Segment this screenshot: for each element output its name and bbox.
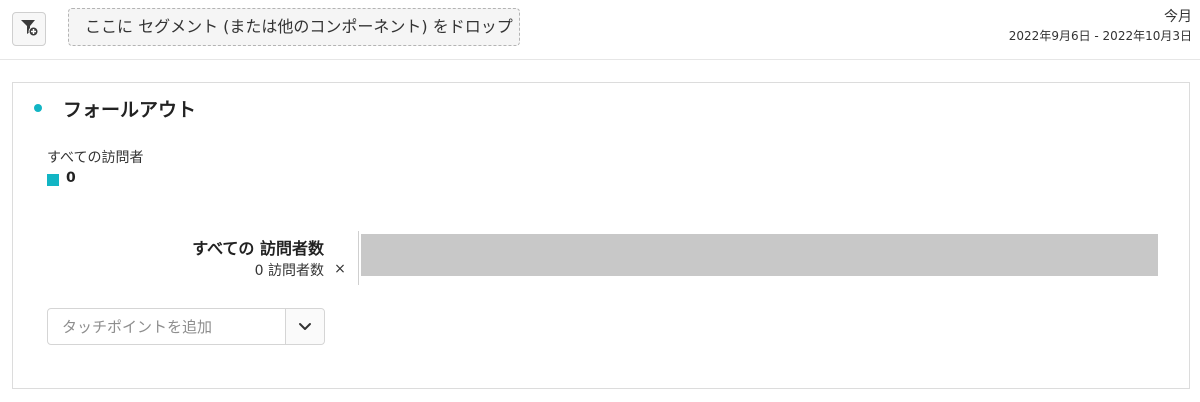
fallout-bar[interactable] bbox=[361, 234, 1158, 276]
touchpoint-dropdown-button[interactable] bbox=[285, 309, 324, 344]
fallout-axis bbox=[358, 231, 359, 285]
chevron-down-icon bbox=[298, 317, 312, 336]
panel-title[interactable]: フォールアウト bbox=[63, 95, 196, 122]
fallout-step-label: すべての 訪問者数 bbox=[192, 239, 324, 258]
legend-value: 0 bbox=[66, 170, 76, 186]
touchpoint-combobox[interactable] bbox=[47, 308, 325, 345]
segment-drop-zone[interactable]: ここに セグメント (または他のコンポーネント) をドロップ bbox=[68, 8, 520, 46]
date-range-value[interactable]: 2022年9月6日 - 2022年10月3日 bbox=[1009, 27, 1192, 44]
fallout-panel: フォールアウト すべての訪問者 0 すべての 訪問者数 0 訪問者数 × bbox=[12, 82, 1190, 389]
panel-status-dot bbox=[34, 104, 42, 112]
date-range-title[interactable]: 今月 bbox=[1164, 6, 1192, 26]
fallout-bar-track bbox=[361, 234, 1158, 276]
legend-swatch bbox=[47, 174, 59, 186]
remove-step-button[interactable]: × bbox=[333, 261, 347, 277]
filter-add-button[interactable] bbox=[12, 12, 46, 46]
top-toolbar: ここに セグメント (または他のコンポーネント) をドロップ 今月 2022年9… bbox=[0, 0, 1200, 60]
filter-add-icon bbox=[19, 17, 39, 41]
legend-segment-label: すべての訪問者 bbox=[47, 150, 144, 166]
fallout-step-count: 0 訪問者数 bbox=[254, 263, 324, 279]
touchpoint-input[interactable] bbox=[48, 309, 285, 344]
